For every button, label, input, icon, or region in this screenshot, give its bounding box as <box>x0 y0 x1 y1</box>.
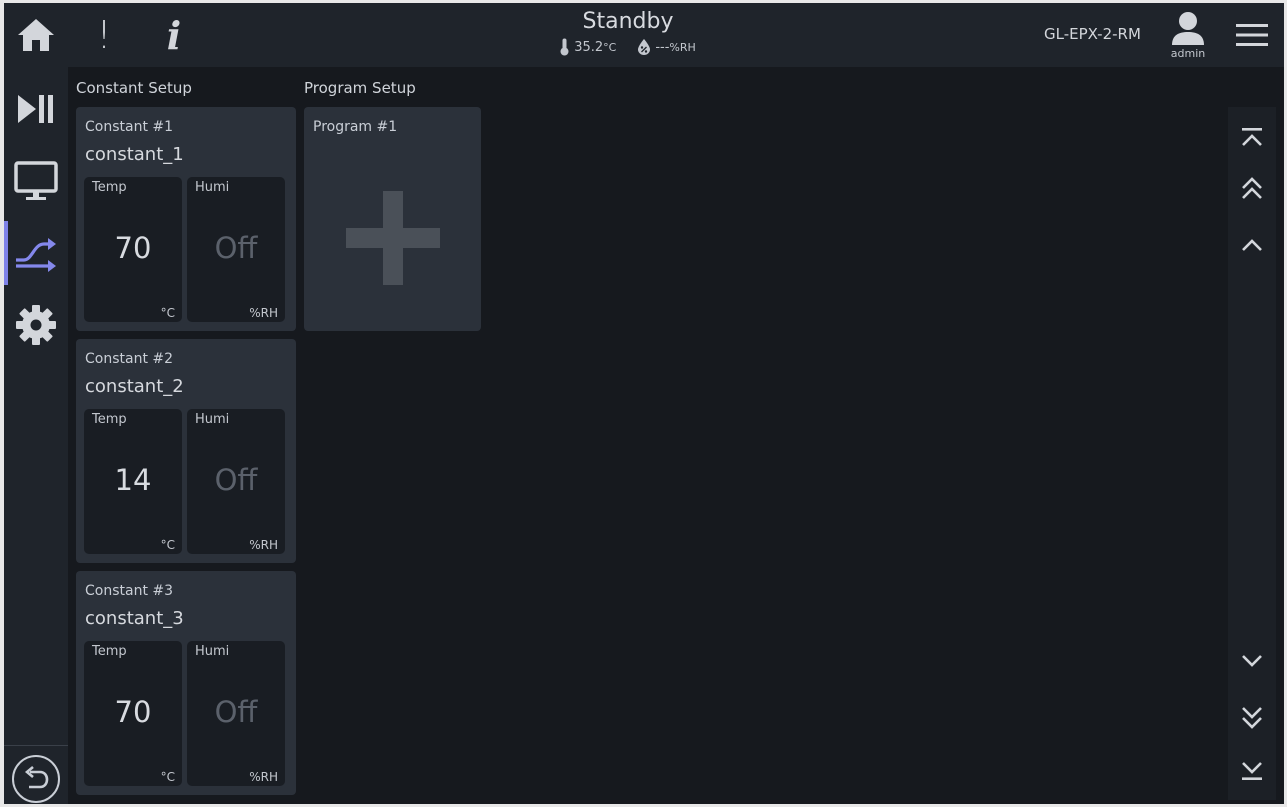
scroll-controls <box>1228 107 1276 800</box>
constant-card-3[interactable]: Constant #3 constant_3 Temp 70 °C Humi O… <box>76 571 296 795</box>
constant-card-1[interactable]: Constant #1 constant_1 Temp 70 °C Humi O… <box>76 107 296 331</box>
humidity-unit: %RH <box>669 40 696 54</box>
humidity-number: --- <box>655 39 670 55</box>
humi-label: Humi <box>195 180 230 195</box>
chevron-down-icon <box>1242 655 1262 667</box>
temp-unit: °C <box>160 306 175 320</box>
temperature-readout: 35.2°C <box>560 38 616 56</box>
temperature-number: 35.2 <box>574 39 604 55</box>
plus-icon <box>346 191 440 285</box>
constant-label: Constant #3 <box>85 583 174 599</box>
sidebar-item-setup[interactable] <box>4 221 68 285</box>
program-card-1[interactable]: Program #1 <box>304 107 481 331</box>
constant-name: constant_3 <box>85 608 184 629</box>
info-icon: i <box>166 12 182 58</box>
humi-unit: %RH <box>249 538 278 552</box>
user-icon <box>1172 12 1204 45</box>
constant-label: Constant #2 <box>85 351 174 367</box>
play-pause-icon <box>18 95 53 123</box>
line-up-button[interactable] <box>1234 227 1270 263</box>
user-name: admin <box>1170 47 1206 60</box>
app-window: ! i Standby 35.2°C ---%RH GL-EPX-2-RM ad… <box>4 3 1284 804</box>
line-down-button[interactable] <box>1234 643 1270 679</box>
temp-value: 70 <box>114 231 152 265</box>
menu-button[interactable] <box>1232 15 1272 55</box>
temperature-value: 35.2°C <box>574 40 616 55</box>
double-chevron-down-icon <box>1242 707 1262 729</box>
humi-setpoint[interactable]: Humi Off %RH <box>187 641 285 786</box>
temp-label: Temp <box>92 644 127 659</box>
temp-setpoint[interactable]: Temp 14 °C <box>84 409 182 554</box>
humidity-value: ---%RH <box>655 40 695 55</box>
home-icon <box>18 19 54 51</box>
temp-unit: °C <box>160 538 175 552</box>
humi-value: Off <box>214 463 258 497</box>
status-text: Standby <box>582 9 674 34</box>
constant-setup-title: Constant Setup <box>76 79 192 97</box>
page-down-button[interactable] <box>1234 699 1270 735</box>
temp-label: Temp <box>92 412 127 427</box>
sidebar-item-settings[interactable] <box>4 293 68 357</box>
humi-value: Off <box>214 695 258 729</box>
humi-label: Humi <box>195 644 230 659</box>
page-up-button[interactable] <box>1234 171 1270 207</box>
scroll-bottom-icon <box>1242 762 1262 780</box>
info-button[interactable]: i <box>152 12 196 58</box>
scroll-top-button[interactable] <box>1234 119 1270 155</box>
sidebar-item-run[interactable] <box>4 77 68 141</box>
back-button[interactable] <box>12 755 60 803</box>
temp-unit: °C <box>160 770 175 784</box>
humi-setpoint[interactable]: Humi Off %RH <box>187 409 285 554</box>
program-label: Program #1 <box>313 119 398 135</box>
home-button[interactable] <box>14 13 58 57</box>
program-setup-title: Program Setup <box>304 79 416 97</box>
temp-value: 14 <box>114 463 152 497</box>
top-bar: ! i Standby 35.2°C ---%RH GL-EPX-2-RM ad… <box>4 3 1284 67</box>
constant-name: constant_2 <box>85 376 184 397</box>
chevron-up-icon <box>1242 239 1262 251</box>
sidebar-item-monitor[interactable] <box>4 149 68 213</box>
device-name: GL-EPX-2-RM <box>1044 25 1141 43</box>
active-indicator <box>4 221 8 285</box>
sensor-readout: 35.2°C ---%RH <box>474 38 782 56</box>
temp-label: Temp <box>92 180 127 195</box>
double-chevron-up-icon <box>1242 177 1262 199</box>
humi-unit: %RH <box>249 306 278 320</box>
temp-setpoint[interactable]: Temp 70 °C <box>84 177 182 322</box>
humi-setpoint[interactable]: Humi Off %RH <box>187 177 285 322</box>
back-arrow-icon <box>24 766 49 789</box>
temperature-unit: °C <box>603 40 617 54</box>
humi-label: Humi <box>195 412 230 427</box>
scroll-bottom-button[interactable] <box>1234 753 1270 789</box>
thermometer-icon <box>560 38 569 56</box>
constant-label: Constant #1 <box>85 119 174 135</box>
humi-unit: %RH <box>249 770 278 784</box>
gear-icon <box>16 305 56 345</box>
status-display: Standby 35.2°C ---%RH <box>474 7 782 56</box>
hamburger-icon <box>1236 24 1268 46</box>
temp-value: 70 <box>114 695 152 729</box>
temp-setpoint[interactable]: Temp 70 °C <box>84 641 182 786</box>
constant-card-2[interactable]: Constant #2 constant_2 Temp 14 °C Humi O… <box>76 339 296 563</box>
scroll-top-icon <box>1242 128 1262 146</box>
sidebar-divider <box>4 745 68 746</box>
monitor-icon <box>14 161 58 200</box>
droplet-icon <box>638 39 651 55</box>
humi-value: Off <box>214 231 258 265</box>
sidebar <box>4 67 68 804</box>
constant-name: constant_1 <box>85 144 184 165</box>
user-button[interactable]: admin <box>1168 11 1208 63</box>
shuffle-icon <box>16 238 56 272</box>
exclamation-icon: ! <box>96 13 112 57</box>
humidity-readout: ---%RH <box>638 39 696 55</box>
alarm-button[interactable]: ! <box>82 13 126 57</box>
